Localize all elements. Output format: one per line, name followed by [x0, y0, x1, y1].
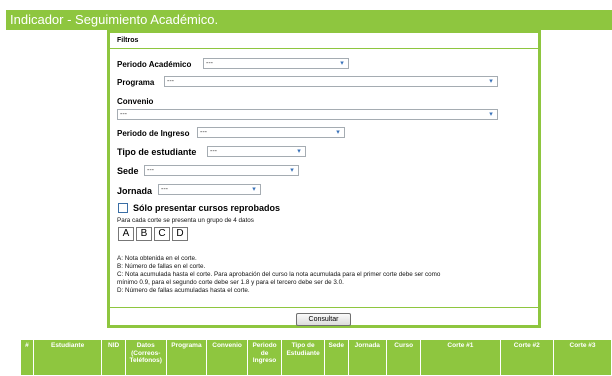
column-header-datos: Datos (Correos- Teléfonos): [124, 339, 167, 376]
legend-line: D: Número de fallas acumuladas hasta el …: [117, 287, 250, 294]
chevron-down-icon: ▾: [340, 60, 344, 67]
column-header-num: #: [20, 339, 34, 376]
column-header-line: Corte #3: [569, 342, 596, 349]
jornada-select[interactable]: --- ▾: [158, 184, 261, 195]
periodo-academico-select[interactable]: --- ▾: [203, 58, 349, 69]
group-note: Para cada corte se presenta un grupo de …: [117, 217, 254, 224]
jornada-value: ---: [161, 186, 168, 193]
chevron-down-icon: ▾: [336, 129, 340, 136]
group-letter-d: D: [172, 227, 188, 241]
column-header-programa: Programa: [165, 339, 208, 376]
column-header-periodo: Periodo de Ingreso: [246, 339, 283, 376]
tipo-estudiante-select[interactable]: --- ▾: [207, 146, 306, 157]
chevron-down-icon: ▾: [297, 148, 301, 155]
group-letter-a: A: [118, 227, 134, 241]
results-table: # Estudiante NID Datos (Correos- Teléfonos) Pr…: [20, 339, 612, 376]
column-header-estudiante: Estudiante: [32, 339, 103, 376]
column-header-line: NID: [108, 342, 120, 349]
legend-line: C: Nota acumulada hasta el corte. Para a…: [117, 271, 441, 278]
column-header-line: Estudiante: [50, 342, 85, 349]
convenio-select[interactable]: --- ▾: [117, 109, 498, 120]
consultar-button[interactable]: Consultar: [296, 313, 351, 326]
convenio-value: ---: [120, 111, 127, 118]
tipo-estudiante-value: ---: [210, 148, 217, 155]
column-header-curso: Curso: [386, 339, 422, 376]
periodo-ingreso-select[interactable]: --- ▾: [197, 127, 345, 138]
divider: [110, 307, 538, 308]
page-title: Indicador - Seguimiento Académico.: [6, 10, 612, 30]
periodo-academico-label: Periodo Académico: [117, 60, 192, 69]
sede-value: ---: [147, 167, 154, 174]
column-header-line: Estudiante: [286, 349, 320, 357]
chevron-down-icon: ▾: [489, 78, 493, 85]
tipo-estudiante-label: Tipo de estudiante: [117, 147, 197, 157]
chevron-down-icon: ▾: [489, 111, 493, 118]
programa-value: ---: [167, 78, 174, 85]
column-header-line: Programa: [171, 342, 202, 349]
column-header-line: Jornada: [354, 342, 380, 349]
column-header-line: Convenio: [212, 342, 242, 349]
filters-panel: Filtros Periodo Académico --- ▾ Programa…: [107, 30, 541, 328]
chevron-down-icon: ▾: [252, 186, 256, 193]
column-header-sede: Sede: [323, 339, 349, 376]
column-header-line: Corte #2: [513, 342, 540, 349]
column-header-line: (Correos-: [131, 349, 161, 357]
column-header-line: Tipo de: [291, 342, 315, 349]
periodo-academico-value: ---: [206, 60, 213, 67]
column-header-nid: NID: [101, 339, 126, 376]
legend-line: mínimo 0.9, para el segundo corte debe s…: [117, 279, 344, 286]
column-header-line: Sede: [328, 342, 345, 349]
column-header-line: #: [25, 342, 29, 349]
column-header-line: Curso: [394, 342, 414, 349]
column-header-corte3: Corte #3: [553, 339, 612, 376]
programa-label: Programa: [117, 78, 155, 87]
group-letter-c: C: [154, 227, 170, 241]
column-header-corte1: Corte #1: [420, 339, 501, 376]
column-header-line: Periodo: [252, 342, 277, 349]
group-letter-b: B: [136, 227, 152, 241]
reprobados-checkbox[interactable]: [118, 203, 128, 213]
periodo-ingreso-label: Periodo de Ingreso: [117, 129, 190, 138]
column-header-line: de: [260, 349, 269, 357]
column-header-line: Corte #1: [447, 342, 474, 349]
column-header-corte2: Corte #2: [499, 339, 555, 376]
group-letters: A B C D: [118, 227, 190, 241]
column-header-tipo: Tipo de Estudiante: [281, 339, 325, 376]
reprobados-label: Sólo presentar cursos reprobados: [133, 203, 281, 213]
sede-label: Sede: [117, 166, 139, 176]
legend-line: B: Número de fallas en el corte.: [117, 263, 206, 270]
programa-select[interactable]: --- ▾: [164, 76, 498, 87]
column-header-line: Datos: [136, 342, 155, 349]
column-header-line: Teléfonos): [129, 357, 162, 364]
chevron-down-icon: ▾: [290, 167, 294, 174]
jornada-label: Jornada: [117, 186, 153, 196]
column-header-convenio: Convenio: [206, 339, 248, 376]
convenio-label: Convenio: [117, 97, 154, 106]
column-header-line: Ingreso: [252, 357, 277, 364]
column-header-jornada: Jornada: [347, 339, 388, 376]
legend-line: A: Nota obtenida en el corte.: [117, 255, 197, 262]
sede-select[interactable]: --- ▾: [144, 165, 299, 176]
table-header-row: # Estudiante NID Datos (Correos- Teléfonos) Pr…: [20, 339, 612, 376]
periodo-ingreso-value: ---: [200, 129, 207, 136]
filters-header: Filtros: [110, 33, 538, 49]
